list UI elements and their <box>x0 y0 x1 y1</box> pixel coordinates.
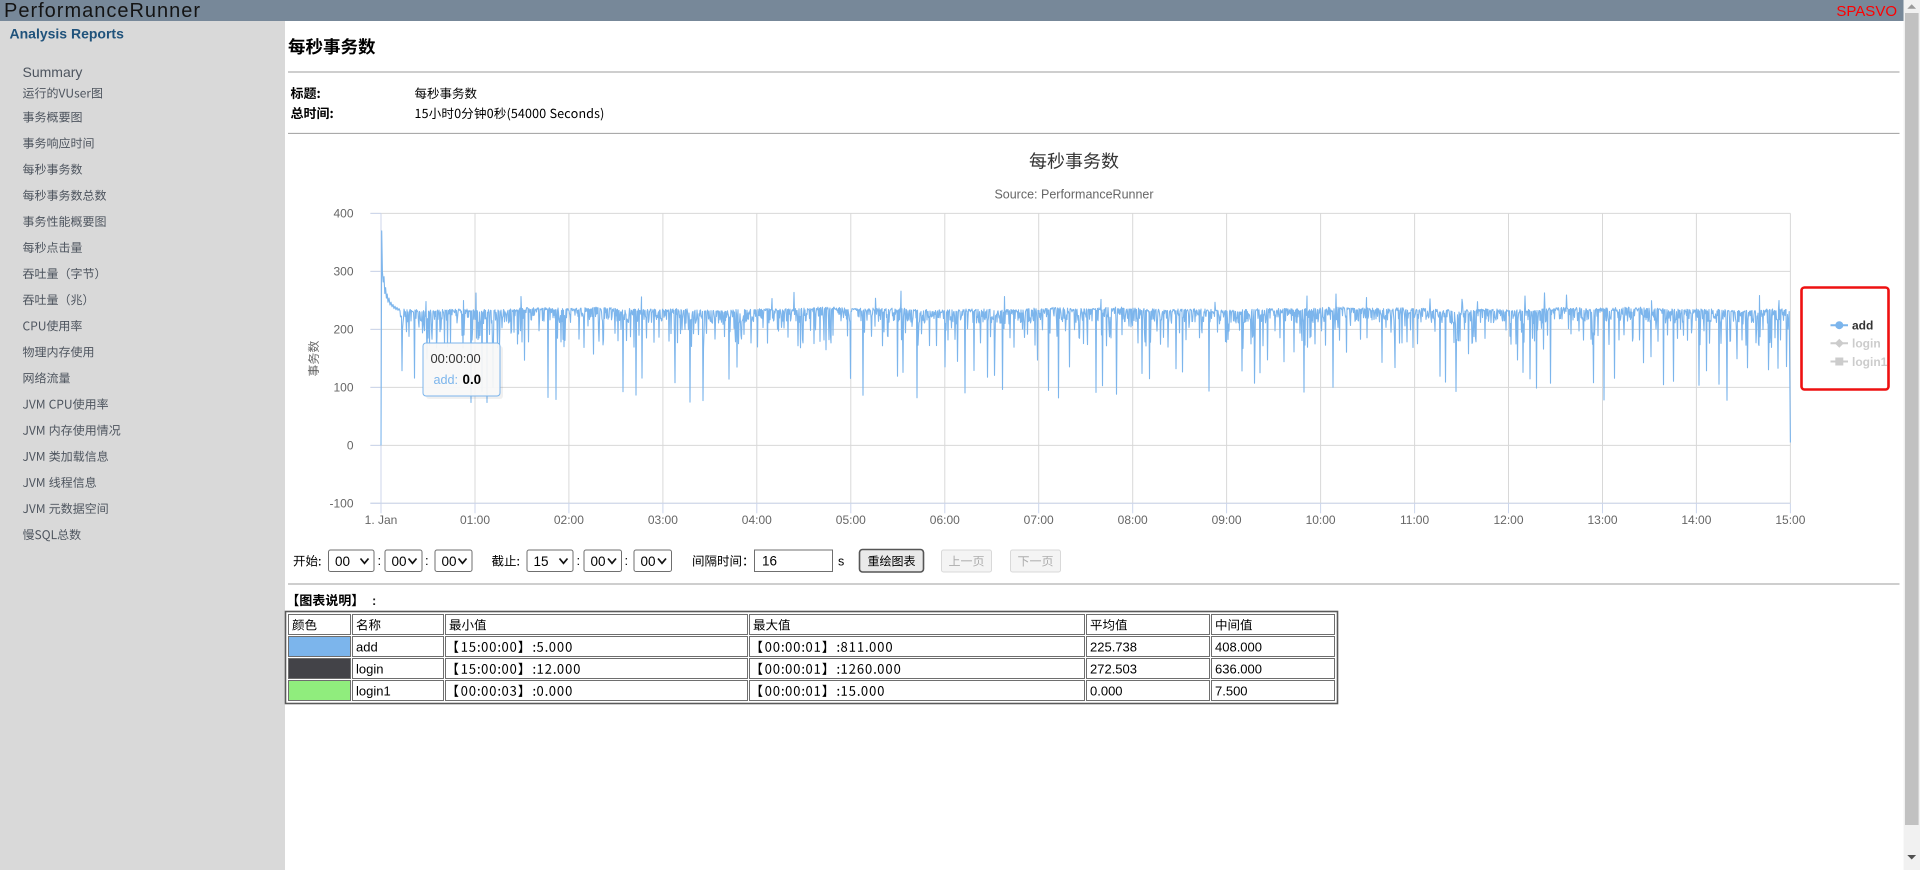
svg-text:0: 0 <box>347 439 354 453</box>
svg-text:408.000: 408.000 <box>1215 640 1262 655</box>
svg-text:05:00: 05:00 <box>836 513 866 527</box>
svg-text:636.000: 636.000 <box>1215 662 1262 677</box>
svg-text:272.503: 272.503 <box>1090 662 1137 677</box>
svg-text:10:00: 10:00 <box>1306 513 1336 527</box>
svg-text::: : <box>625 553 629 568</box>
svg-text:-100: -100 <box>329 497 353 511</box>
svg-text:09:00: 09:00 <box>1212 513 1242 527</box>
svg-text:SPASVO: SPASVO <box>1836 3 1897 20</box>
svg-text:15: 15 <box>534 554 549 569</box>
svg-text:0.000: 0.000 <box>1090 684 1123 699</box>
svg-text:00: 00 <box>641 554 656 569</box>
svg-text:1. Jan: 1. Jan <box>365 513 398 527</box>
svg-text:add:: add: <box>434 373 459 387</box>
svg-text:Summary: Summary <box>23 64 83 80</box>
svg-text:15:00: 15:00 <box>1775 513 1805 527</box>
svg-text::: : <box>577 553 581 568</box>
svg-text:00:00:00: 00:00:00 <box>431 351 481 366</box>
svg-text:02:00: 02:00 <box>554 513 584 527</box>
svg-text:200: 200 <box>333 323 353 337</box>
svg-text:07:00: 07:00 <box>1024 513 1054 527</box>
svg-text:login: login <box>356 662 383 677</box>
svg-text:03:00: 03:00 <box>648 513 678 527</box>
svg-text:login: login <box>1852 337 1881 351</box>
svg-text:00: 00 <box>392 554 407 569</box>
svg-text:400: 400 <box>333 207 353 221</box>
svg-text::: : <box>372 593 376 608</box>
svg-text:PerformanceRunner: PerformanceRunner <box>4 0 201 22</box>
svg-text:04:00: 04:00 <box>742 513 772 527</box>
svg-text:login1: login1 <box>356 684 391 699</box>
svg-text:00: 00 <box>442 554 457 569</box>
svg-text:11:00: 11:00 <box>1400 513 1429 527</box>
svg-text:13:00: 13:00 <box>1587 513 1617 527</box>
svg-text:0.0: 0.0 <box>463 372 482 387</box>
svg-text:s: s <box>838 555 844 569</box>
svg-text:100: 100 <box>333 381 353 395</box>
svg-text:12:00: 12:00 <box>1493 513 1523 527</box>
svg-text:00: 00 <box>591 554 606 569</box>
svg-text:Source: PerformanceRunner: Source: PerformanceRunner <box>994 188 1153 202</box>
svg-text:login1: login1 <box>1852 355 1888 369</box>
svg-text::: : <box>378 553 382 568</box>
svg-text:16: 16 <box>762 554 777 569</box>
svg-text:00: 00 <box>335 554 350 569</box>
svg-text:add: add <box>356 640 378 655</box>
svg-text:add: add <box>1852 319 1873 333</box>
svg-text:7.500: 7.500 <box>1215 684 1248 699</box>
svg-text:01:00: 01:00 <box>460 513 490 527</box>
svg-text:14:00: 14:00 <box>1681 513 1711 527</box>
svg-text:225.738: 225.738 <box>1090 640 1137 655</box>
svg-text::: : <box>425 553 429 568</box>
svg-text:Analysis Reports: Analysis Reports <box>10 26 125 42</box>
svg-text:08:00: 08:00 <box>1118 513 1148 527</box>
svg-text:06:00: 06:00 <box>930 513 960 527</box>
svg-text:300: 300 <box>333 265 353 279</box>
